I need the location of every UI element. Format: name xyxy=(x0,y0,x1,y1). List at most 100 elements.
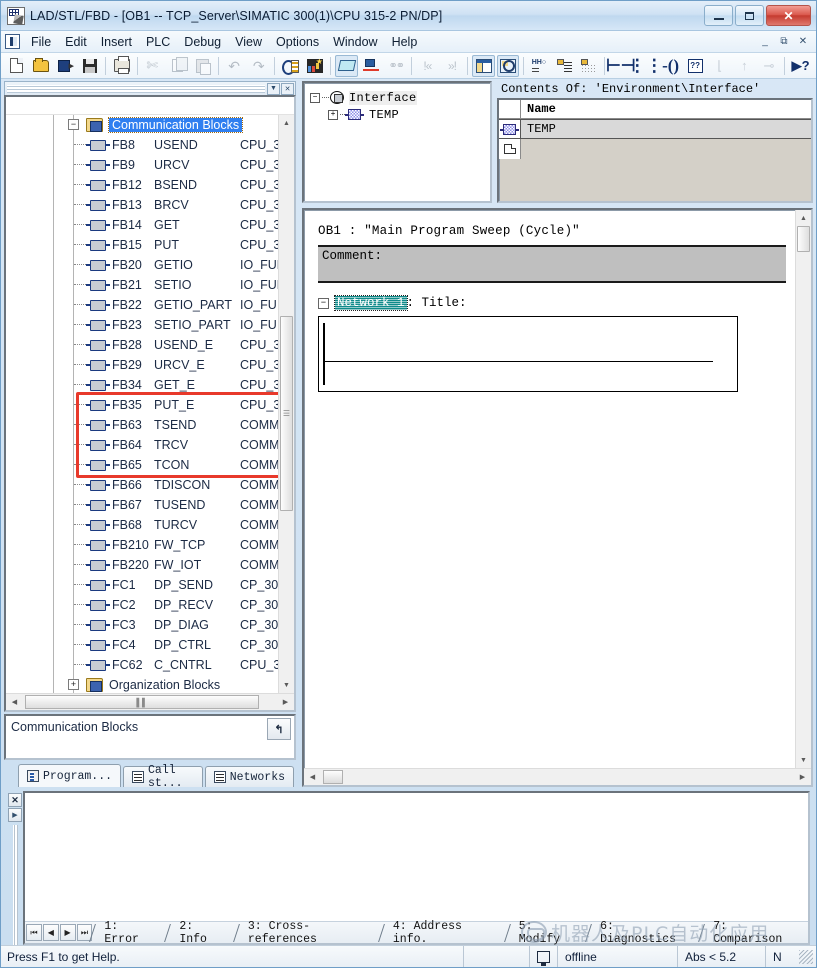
scroll-thumb[interactable] xyxy=(797,226,810,252)
tree-item-fc62[interactable]: FC62 C_CNTRL CPU_300 xyxy=(6,655,278,675)
tree-item-fb64[interactable]: FB64 TRCV COMM xyxy=(6,435,278,455)
save-icon[interactable] xyxy=(79,55,102,77)
nav-first-icon[interactable]: !« xyxy=(416,55,439,77)
tree-item-fb23[interactable]: FB23 SETIO_PART IO_FU xyxy=(6,315,278,335)
redo-icon[interactable]: ↷ xyxy=(247,55,270,77)
tree-horizontal-scrollbar[interactable]: ◀ ▌▌ ▶ xyxy=(6,693,294,710)
open-icon[interactable] xyxy=(30,55,53,77)
overviews-icon[interactable] xyxy=(472,54,495,77)
tree-item-fb34[interactable]: FB34 GET_E CPU_300 xyxy=(6,375,278,395)
menu-file[interactable]: File xyxy=(24,33,58,51)
output-coil-icon[interactable]: -() xyxy=(659,55,682,77)
expand-icon[interactable]: ▶ xyxy=(8,808,22,822)
close-button[interactable]: ✕ xyxy=(766,5,811,26)
scroll-right-icon[interactable]: ▶ xyxy=(794,773,811,781)
expander-icon[interactable]: + xyxy=(328,109,338,120)
scroll-up-icon[interactable]: ▲ xyxy=(279,115,294,131)
output-tab-address-info[interactable]: 4: Address info. xyxy=(381,920,507,946)
editor-horizontal-scrollbar[interactable]: ◀ ▶ xyxy=(304,768,811,785)
scroll-left-icon[interactable]: ◀ xyxy=(6,698,23,706)
table-row[interactable]: TEMP xyxy=(499,119,811,139)
tree-item-fb12[interactable]: FB12 BSEND CPU_300 xyxy=(6,175,278,195)
rung-icon[interactable]: ⊸ xyxy=(758,55,781,77)
symbolic-representation-icon[interactable]: HH○ xyxy=(528,55,551,77)
tab-call-structure[interactable]: Call st... xyxy=(123,764,203,790)
expander-icon[interactable]: − xyxy=(310,92,320,103)
scroll-track[interactable]: ☰ xyxy=(279,131,294,677)
block-comment-field[interactable]: Comment: xyxy=(318,245,786,283)
interface-node-temp[interactable]: + TEMP xyxy=(310,106,490,123)
nav-first-button[interactable]: ⏮ xyxy=(26,924,42,941)
tree-item-fc4[interactable]: FC4 DP_CTRL CP_300 xyxy=(6,635,278,655)
tree-item-fb15[interactable]: FB15 PUT CPU_300 xyxy=(6,235,278,255)
menu-plc[interactable]: PLC xyxy=(139,33,177,51)
output-tab-error[interactable]: 1: Error xyxy=(92,920,167,946)
tree-item-fb28[interactable]: FB28 USEND_E CPU_300 xyxy=(6,335,278,355)
nav-last-icon[interactable]: »! xyxy=(441,55,464,77)
menu-help[interactable]: Help xyxy=(385,33,425,51)
scroll-down-icon[interactable]: ▼ xyxy=(279,677,294,693)
monitor-icon[interactable] xyxy=(335,54,358,77)
tree-item-fb9[interactable]: FB9 URCV CPU_300 xyxy=(6,155,278,175)
open-online-icon[interactable] xyxy=(54,55,77,77)
table-new-row[interactable] xyxy=(499,139,811,159)
empty-box-icon[interactable]: ?? xyxy=(684,55,707,77)
interface-node-root[interactable]: − Interface xyxy=(310,89,490,106)
tree-item-fb67[interactable]: FB67 TUSEND COMM xyxy=(6,495,278,515)
tree-item-fb68[interactable]: FB68 TURCV COMM xyxy=(6,515,278,535)
tree-item-fb35[interactable]: FB35 PUT_E CPU_300 xyxy=(6,395,278,415)
tree-item-fc1[interactable]: FC1 DP_SEND CP_300 xyxy=(6,575,278,595)
cut-icon[interactable]: ✄ xyxy=(142,55,165,77)
monitor-chart-icon[interactable] xyxy=(304,55,327,77)
breakpoint-icon[interactable] xyxy=(360,55,383,77)
mdi-strip-dropdown[interactable]: ▼ xyxy=(267,82,280,95)
nav-prev-button[interactable]: ◀ xyxy=(42,924,59,941)
tree-item-fb220[interactable]: FB220 FW_IOT COMM xyxy=(6,555,278,575)
tree-item-fb29[interactable]: FB29 URCV_E CPU_300 xyxy=(6,355,278,375)
tree-vertical-scrollbar[interactable]: ▲ ☰ ▼ xyxy=(278,115,294,693)
output-tab-diagnostics[interactable]: 6: Diagnostics xyxy=(588,920,701,946)
scroll-left-icon[interactable]: ◀ xyxy=(304,773,321,781)
tree-item-fb66[interactable]: FB66 TDISCON COMM xyxy=(6,475,278,495)
tree-item-fb20[interactable]: FB20 GETIO IO_FUNCT xyxy=(6,255,278,275)
tree-item-fc2[interactable]: FC2 DP_RECV CP_300 xyxy=(6,595,278,615)
expander-icon[interactable]: − xyxy=(318,297,329,309)
tree-item-list[interactable]: − Communication Blocks FB8USENDCPU_300FB… xyxy=(6,115,278,693)
copy-icon[interactable] xyxy=(167,55,190,77)
output-tab-info[interactable]: 2: Info xyxy=(167,920,236,946)
scroll-thumb[interactable]: ☰ xyxy=(280,316,293,511)
tab-program-elements[interactable]: Program... xyxy=(18,764,122,787)
close-icon[interactable]: ✕ xyxy=(8,793,22,807)
hscroll-thumb[interactable]: ▌▌ xyxy=(25,695,259,709)
output-tab-cross-references[interactable]: 3: Cross-references xyxy=(236,920,381,946)
output-tab-comparison[interactable]: 7: Comparison xyxy=(701,920,808,946)
hscroll-thumb[interactable] xyxy=(323,770,343,784)
tree-node-organization-blocks[interactable]: + Organization Blocks xyxy=(6,675,278,693)
tree-item-fb65[interactable]: FB65 TCON COMM xyxy=(6,455,278,475)
branch-close-icon[interactable]: ↑ xyxy=(733,55,756,77)
tree-item-fb22[interactable]: FB22 GETIO_PART IO_FU xyxy=(6,295,278,315)
normally-closed-contact-icon[interactable]: ⋮⋮ xyxy=(629,55,663,77)
output-content[interactable] xyxy=(25,793,808,921)
tree-item-fb13[interactable]: FB13 BRCV CPU_300 xyxy=(6,195,278,215)
mdi-strip-close[interactable]: ✕ xyxy=(281,82,294,95)
symbol-table-icon[interactable] xyxy=(553,55,576,77)
tree-item-fb8[interactable]: FB8 USEND CPU_300 xyxy=(6,135,278,155)
new-icon[interactable] xyxy=(5,55,28,77)
help-pointer-icon[interactable]: ▶? xyxy=(789,55,812,77)
scroll-track[interactable] xyxy=(796,226,811,752)
tree-item-fb63[interactable]: FB63 TSEND COMM xyxy=(6,415,278,435)
hscroll-track[interactable]: ▌▌ xyxy=(23,695,277,709)
menu-insert[interactable]: Insert xyxy=(94,33,139,51)
tab-networks[interactable]: Networks xyxy=(204,766,294,787)
mdi-restore-button[interactable]: ⧉ xyxy=(775,33,793,50)
menu-debug[interactable]: Debug xyxy=(177,33,228,51)
editor-canvas[interactable]: OB1 : ″Main Program Sweep (Cycle)″ Comme… xyxy=(304,210,795,768)
interface-tree[interactable]: − Interface + TEMP xyxy=(302,81,492,203)
menu-edit[interactable]: Edit xyxy=(58,33,94,51)
mdi-close-button[interactable]: ✕ xyxy=(794,33,812,50)
branch-open-icon[interactable]: ⌊ xyxy=(708,55,731,77)
resize-grip[interactable] xyxy=(799,949,813,964)
scroll-right-icon[interactable]: ▶ xyxy=(277,698,294,706)
minimize-button[interactable] xyxy=(704,5,733,26)
